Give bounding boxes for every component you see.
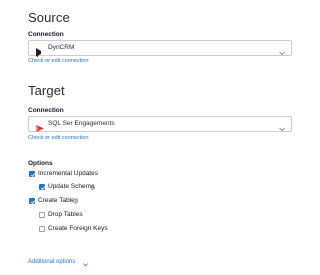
create-foreign-keys-checkbox[interactable] [39, 226, 45, 232]
target-check-connection-link[interactable]: Check or edit connection [28, 135, 89, 141]
drop-tables-label: Drop Tables [48, 211, 83, 218]
target-connection-value: SQL Ser Engagements [48, 120, 115, 127]
source-check-connection-link[interactable]: Check or edit connection [28, 58, 89, 64]
incremental-updates-label: Incremental Updates [38, 170, 98, 177]
check-icon [40, 185, 45, 190]
update-schema-checkbox[interactable] [39, 184, 45, 190]
create-tables-checkbox[interactable] [29, 198, 35, 204]
source-connection-value: DynCRM [48, 44, 75, 51]
create-foreign-keys-label: Create Foreign Keys [48, 225, 108, 232]
options-heading: Options [28, 160, 53, 167]
source-connection-label: Connection [28, 31, 64, 38]
chevron-down-icon [82, 255, 89, 267]
check-icon [30, 199, 35, 204]
update-schema-label: Update Schema [48, 183, 95, 190]
target-heading: Target [28, 83, 65, 98]
target-connection-label: Connection [28, 107, 64, 114]
drop-tables-checkbox[interactable] [39, 212, 45, 218]
incremental-updates-checkbox[interactable] [29, 171, 35, 177]
check-icon [30, 172, 35, 177]
target-connection-select[interactable]: SQL Ser Engagements [28, 116, 292, 132]
create-tables-label: Create Tables [38, 197, 78, 204]
additional-options-label: Additional options [28, 259, 76, 265]
additional-options-toggle[interactable]: Additional options [28, 250, 89, 267]
source-connection-select[interactable]: DynCRM [28, 40, 292, 57]
chevron-down-icon [278, 120, 286, 132]
chevron-down-icon [278, 44, 286, 56]
info-icon[interactable]: i [73, 198, 78, 204]
info-icon[interactable]: i [90, 184, 95, 190]
source-heading: Source [28, 10, 70, 25]
